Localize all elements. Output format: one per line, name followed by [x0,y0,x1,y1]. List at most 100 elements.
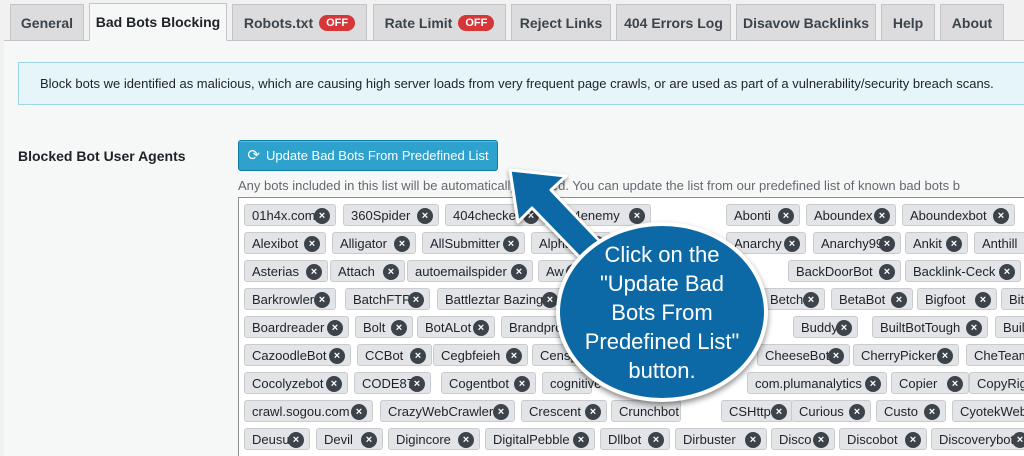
tag-label: 404enemy [559,207,620,223]
tab-reject-links[interactable]: Reject Links [511,4,611,40]
remove-tag-icon[interactable]: × [905,432,921,448]
update-bad-bots-button[interactable]: ⟳ Update Bad Bots From Predefined List [238,140,498,171]
tag: CyotekWeb [952,400,1024,422]
remove-tag-icon[interactable]: × [879,264,895,280]
remove-tag-icon[interactable]: × [849,404,865,420]
remove-tag-icon[interactable]: × [327,320,343,336]
remove-tag-icon[interactable]: × [394,236,410,252]
remove-tag-icon[interactable]: × [383,264,399,280]
remove-tag-icon[interactable]: × [458,432,474,448]
remove-tag-icon[interactable]: × [306,264,322,280]
remove-tag-icon[interactable]: × [874,208,890,224]
blocked-agents-tag-input[interactable]: 01h4x.com × 360Spider × 404checker × 404ene… [238,197,1024,456]
tag: Backlink-Ceck × [905,260,1021,282]
tab-rate-limit[interactable]: Rate Limit OFF [373,4,506,40]
remove-tag-icon[interactable]: × [304,236,320,252]
remove-tag-icon[interactable]: × [314,208,330,224]
remove-tag-icon[interactable]: × [784,236,800,252]
remove-tag-icon[interactable]: × [351,404,367,420]
tag-label: crawl.sogou.com [252,403,350,419]
tag: Cogentbot × [441,372,536,394]
remove-tag-icon[interactable]: × [629,208,645,224]
remove-tag-icon[interactable]: × [589,236,605,252]
tab-about[interactable]: About [940,4,1004,40]
remove-tag-icon[interactable]: × [585,404,601,420]
remove-tag-icon[interactable]: × [573,432,589,448]
tag-label: CazoodleBot [252,347,327,363]
tab-disavow-backlinks[interactable]: Disavow Backlinks [736,4,876,40]
tag: Aboundex × [806,204,896,226]
tag-label: 404checker [453,207,521,223]
remove-tag-icon[interactable]: × [570,348,586,364]
tag: Alligator × [332,232,416,254]
remove-tag-icon[interactable]: × [288,432,304,448]
remove-tag-icon[interactable]: × [511,264,527,280]
tag-label: CheTeam [974,347,1024,363]
remove-tag-icon[interactable]: × [503,236,519,252]
tag-label: Custo [884,403,918,419]
remove-tag-icon[interactable]: × [566,264,582,280]
remove-tag-icon[interactable]: × [771,404,787,420]
remove-tag-icon[interactable]: × [648,432,664,448]
tag: Bolt × [355,316,413,338]
tag-label: BuiltW [1003,319,1024,335]
remove-tag-icon[interactable]: × [329,348,345,364]
remove-tag-icon[interactable]: × [408,292,424,308]
tag: DigitalPebble × [485,428,595,450]
remove-tag-icon[interactable]: × [828,348,844,364]
remove-tag-icon[interactable]: × [417,208,433,224]
remove-tag-icon[interactable]: × [410,348,426,364]
tag-label: Alligator [340,235,387,251]
remove-tag-icon[interactable]: × [542,292,558,308]
remove-tag-icon[interactable]: × [937,348,953,364]
remove-tag-icon[interactable]: × [1012,432,1024,448]
remove-tag-icon[interactable]: × [314,292,330,308]
tag: Disco × [771,428,835,450]
remove-tag-icon[interactable]: × [946,236,962,252]
remove-tag-icon[interactable]: × [947,376,963,392]
tab-label: 404 Errors Log [624,14,723,31]
remove-tag-icon[interactable]: × [993,208,1009,224]
remove-tag-icon[interactable]: × [924,404,940,420]
tag: CrazyWebCrawler × [380,400,515,422]
tag-label: CheeseBot [765,347,830,363]
tab-general[interactable]: General [10,4,84,40]
tag-label: Devil [324,431,353,447]
tag: CheTeam [966,344,1024,366]
tab-help[interactable]: Help [881,4,935,40]
remove-tag-icon[interactable]: × [473,320,489,336]
tag: Cegbfeieh × [433,344,528,366]
remove-tag-icon[interactable]: × [391,320,407,336]
tab-404-errors-log[interactable]: 404 Errors Log [616,4,731,40]
remove-tag-icon[interactable]: × [326,376,342,392]
remove-tag-icon[interactable]: × [891,292,907,308]
remove-tag-icon[interactable]: × [803,292,819,308]
remove-tag-icon[interactable]: × [409,376,425,392]
remove-tag-icon[interactable]: × [559,320,575,336]
tab-robots-txt[interactable]: Robots.txt OFF [232,4,367,40]
tag: Bigfoot × [917,288,997,310]
remove-tag-icon[interactable]: × [836,320,852,336]
remove-tag-icon[interactable]: × [865,376,881,392]
tag: Bita [1001,288,1024,310]
remove-tag-icon[interactable]: × [506,348,522,364]
remove-tag-icon[interactable]: × [778,208,794,224]
tag: Custo × [876,400,946,422]
refresh-icon: ⟳ [247,147,260,164]
tag: Crunchbot [611,400,681,422]
remove-tag-icon[interactable]: × [523,208,539,224]
remove-tag-icon[interactable]: × [745,432,761,448]
tag: BackDoorBot × [788,260,901,282]
remove-tag-icon[interactable]: × [975,292,991,308]
tag: cognitive [542,372,601,394]
remove-tag-icon[interactable]: × [879,236,895,252]
remove-tag-icon[interactable]: × [813,432,829,448]
remove-tag-icon[interactable]: × [999,264,1015,280]
tag: Censys × [532,344,592,366]
tab-bad-bots-blocking[interactable]: Bad Bots Blocking [89,3,227,41]
remove-tag-icon[interactable]: × [966,320,982,336]
tag-label: Aw [546,263,564,279]
remove-tag-icon[interactable]: × [514,376,530,392]
remove-tag-icon[interactable]: × [361,432,377,448]
remove-tag-icon[interactable]: × [493,404,509,420]
